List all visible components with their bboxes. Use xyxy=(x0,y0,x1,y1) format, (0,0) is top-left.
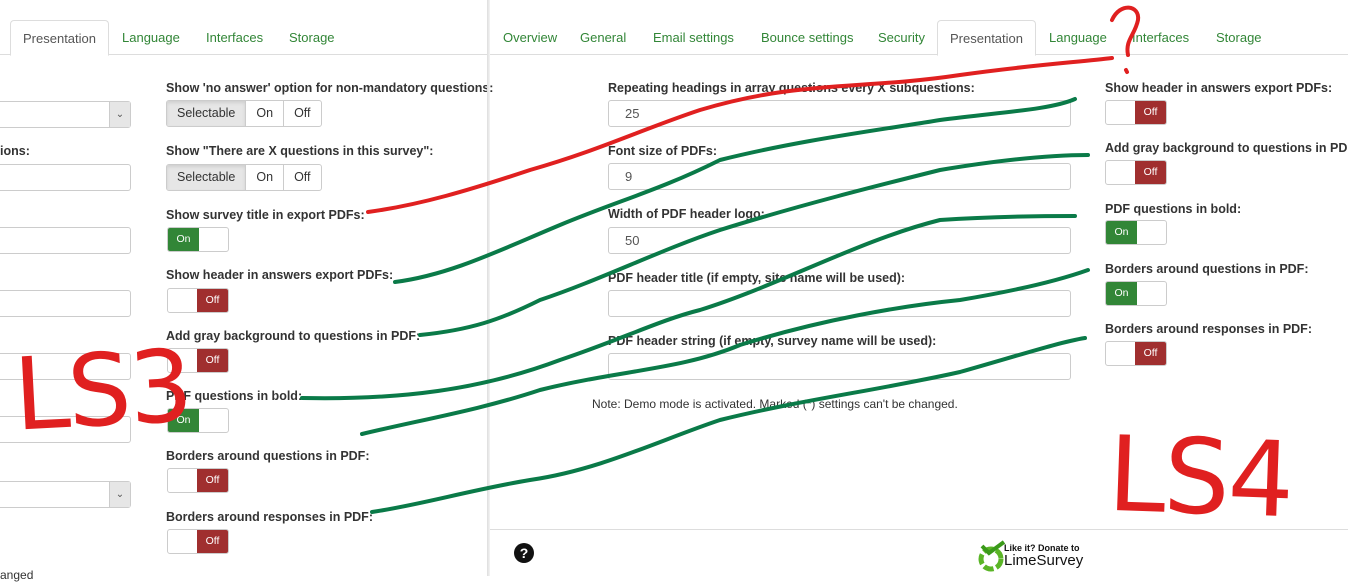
tab-presentation[interactable]: Presentation xyxy=(937,20,1036,56)
r-borders-questions-label: Borders around questions in PDF: xyxy=(1105,262,1309,276)
left-tab-interfaces[interactable]: Interfaces xyxy=(194,20,275,55)
header-string-label: PDF header string (if empty, survey name… xyxy=(608,334,937,348)
x-questions-label: Show "There are X questions in this surv… xyxy=(166,144,434,158)
toggle-state: Off xyxy=(197,289,228,312)
on-button[interactable]: On xyxy=(245,165,283,190)
r-questions-bold-toggle[interactable]: On xyxy=(1105,220,1167,245)
toggle-state: On xyxy=(1106,221,1137,244)
questions-bold-toggle[interactable]: On xyxy=(167,408,229,433)
left-select-1[interactable]: ⌄ xyxy=(0,101,131,128)
toggle-state: On xyxy=(168,409,199,432)
left-select-2[interactable]: ⌄ xyxy=(0,481,131,508)
toggle-state: Off xyxy=(1135,342,1166,365)
left-input-5[interactable] xyxy=(0,416,131,443)
font-size-label: Font size of PDFs: xyxy=(608,144,718,158)
on-button[interactable]: On xyxy=(245,101,283,126)
r-gray-background-label: Add gray background to questions in PDF: xyxy=(1105,141,1348,155)
tab-storage[interactable]: Storage xyxy=(1204,20,1274,55)
demo-mode-note: Note: Demo mode is activated. Marked (*)… xyxy=(592,397,958,411)
toggle-state: Off xyxy=(1135,161,1166,184)
header-string-input[interactable] xyxy=(608,353,1071,380)
r-header-answers-toggle[interactable]: Off xyxy=(1105,100,1167,125)
help-icon[interactable]: ? xyxy=(514,543,534,563)
donate-brand-text: LimeSurvey xyxy=(1004,552,1084,569)
gray-background-toggle[interactable]: Off xyxy=(167,348,229,373)
no-answer-button-group[interactable]: Selectable On Off xyxy=(166,100,322,127)
tab-bounce-settings[interactable]: Bounce settings xyxy=(749,20,866,55)
r-gray-background-toggle[interactable]: Off xyxy=(1105,160,1167,185)
tab-security[interactable]: Security xyxy=(866,20,937,55)
survey-title-pdf-toggle[interactable]: On xyxy=(167,227,229,252)
r-borders-questions-toggle[interactable]: On xyxy=(1105,281,1167,306)
left-tab-language[interactable]: Language xyxy=(110,20,192,55)
toggle-state: Off xyxy=(197,469,228,492)
repeating-headings-label: Repeating headings in array questions ev… xyxy=(608,81,975,95)
handwritten-ls4-annotation: LS4 xyxy=(1105,412,1295,542)
tab-language[interactable]: Language xyxy=(1037,20,1119,55)
header-title-label: PDF header title (if empty, site name wi… xyxy=(608,271,906,285)
off-button[interactable]: Off xyxy=(283,165,320,190)
toggle-state: On xyxy=(168,228,199,251)
chevron-down-icon: ⌄ xyxy=(109,102,130,127)
toggle-state: Off xyxy=(197,530,228,553)
right-tabbar: Overview General Email settings Bounce s… xyxy=(490,20,1348,56)
left-bottom-text: anged xyxy=(0,568,34,582)
tab-email-settings[interactable]: Email settings xyxy=(641,20,746,55)
left-input-1[interactable] xyxy=(0,164,131,191)
logo-width-input[interactable]: 50 xyxy=(608,227,1071,254)
header-answers-pdf-label: Show header in answers export PDFs: xyxy=(166,268,394,282)
tab-general[interactable]: General xyxy=(568,20,638,55)
borders-responses-label: Borders around responses in PDF: xyxy=(166,510,373,524)
left-input-2[interactable] xyxy=(0,227,131,254)
toggle-state: Off xyxy=(1135,101,1166,124)
footer-divider xyxy=(490,529,1348,530)
no-answer-label: Show 'no answer' option for non-mandator… xyxy=(166,81,494,95)
gray-background-label: Add gray background to questions in PDF: xyxy=(166,329,421,343)
questions-bold-label: PDF questions in bold: xyxy=(166,389,303,403)
left-cut-label: ions: xyxy=(0,144,30,158)
r-questions-bold-label: PDF questions in bold: xyxy=(1105,202,1242,216)
panel-divider xyxy=(487,0,490,576)
tab-interfaces[interactable]: Interfaces xyxy=(1120,20,1201,55)
logo-width-label: Width of PDF header logo: xyxy=(608,207,765,221)
toggle-state: On xyxy=(1106,282,1137,305)
left-tabbar: Presentation Language Interfaces Storage xyxy=(0,20,488,56)
r-borders-responses-toggle[interactable]: Off xyxy=(1105,341,1167,366)
tab-overview[interactable]: Overview xyxy=(491,20,569,55)
left-tab-presentation[interactable]: Presentation xyxy=(10,20,109,56)
chevron-down-icon: ⌄ xyxy=(109,482,130,507)
r-borders-responses-label: Borders around responses in PDF: xyxy=(1105,322,1312,336)
toggle-state: Off xyxy=(197,349,228,372)
borders-questions-label: Borders around questions in PDF: xyxy=(166,449,370,463)
header-answers-pdf-toggle[interactable]: Off xyxy=(167,288,229,313)
borders-questions-toggle[interactable]: Off xyxy=(167,468,229,493)
header-title-input[interactable] xyxy=(608,290,1071,317)
r-header-answers-label: Show header in answers export PDFs: xyxy=(1105,81,1333,95)
donate-limesurvey-link[interactable]: Like it? Donate to LimeSurvey xyxy=(978,540,1084,572)
repeating-headings-input[interactable]: 25 xyxy=(608,100,1071,127)
left-tab-storage[interactable]: Storage xyxy=(277,20,347,55)
survey-title-pdf-label: Show survey title in export PDFs: xyxy=(166,208,365,222)
selectable-button[interactable]: Selectable xyxy=(167,165,246,190)
x-questions-button-group[interactable]: Selectable On Off xyxy=(166,164,322,191)
borders-responses-toggle[interactable]: Off xyxy=(167,529,229,554)
left-input-4[interactable] xyxy=(0,353,131,380)
off-button[interactable]: Off xyxy=(283,101,320,126)
font-size-input[interactable]: 9 xyxy=(608,163,1071,190)
selectable-button[interactable]: Selectable xyxy=(167,101,246,126)
left-input-3[interactable] xyxy=(0,290,131,317)
